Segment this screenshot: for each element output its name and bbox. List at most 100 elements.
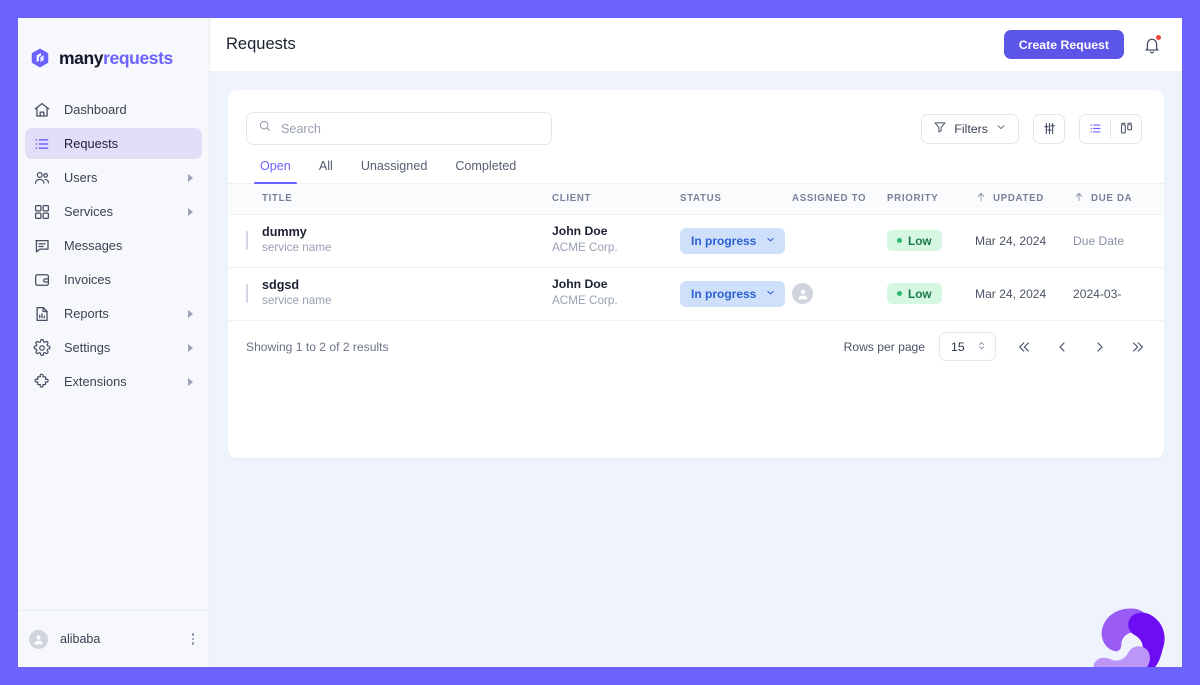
row-assigned-cell[interactable] (792, 214, 887, 268)
funnel-icon (933, 120, 947, 137)
th-title[interactable]: TITLE (262, 184, 552, 215)
sidebar-item-label: Services (64, 204, 114, 219)
list-view-icon[interactable] (1080, 114, 1110, 143)
sidebar-user-footer[interactable]: alibaba (18, 610, 209, 667)
requests-table: TITLE CLIENT STATUS ASSIGNED TO PRIORITY… (228, 184, 1164, 321)
results-summary: Showing 1 to 2 of 2 results (246, 339, 389, 354)
tab-completed[interactable]: Completed (441, 159, 530, 183)
board-view-icon[interactable] (1111, 114, 1141, 143)
row-checkbox[interactable] (246, 283, 248, 303)
th-label: DUE DA (1091, 193, 1133, 205)
top-header: Requests Create Request (210, 18, 1182, 72)
tab-open[interactable]: Open (246, 159, 305, 184)
th-label: PRIORITY (887, 193, 939, 205)
brand-orb-widget[interactable] (1087, 598, 1175, 667)
th-actions (1163, 184, 1164, 215)
th-updated[interactable]: UPDATED (975, 184, 1073, 215)
chevron-left-icon[interactable] (1054, 339, 1070, 355)
chevron-down-icon[interactable] (1163, 287, 1164, 300)
create-request-button[interactable]: Create Request (1003, 30, 1124, 59)
sidebar-item-invoices[interactable]: Invoices (25, 264, 202, 295)
pagination-controls: Rows per page 15 (844, 332, 1146, 361)
priority-badge[interactable]: Low (887, 283, 942, 304)
rows-per-page-value: 15 (951, 339, 965, 354)
row-client-company: ACME Corp. (552, 293, 618, 307)
brand-logo[interactable]: manyrequests (18, 18, 209, 69)
stepper-arrows-icon (976, 339, 987, 355)
row-priority-cell: Low (887, 214, 975, 268)
sidebar-item-users[interactable]: Users (25, 162, 202, 193)
th-label: STATUS (680, 193, 722, 205)
chevron-down-icon[interactable] (1163, 234, 1164, 247)
rows-per-page-label: Rows per page (843, 339, 925, 354)
chevron-down-icon (765, 234, 776, 248)
th-assigned-to[interactable]: ASSIGNED TO (792, 184, 887, 215)
th-due-date[interactable]: DUE DA (1073, 184, 1163, 215)
row-client-company: ACME Corp. (552, 240, 618, 254)
priority-label: Low (908, 286, 932, 301)
table-head: TITLE CLIENT STATUS ASSIGNED TO PRIORITY… (228, 184, 1164, 215)
row-client-name: John Doe (552, 277, 608, 292)
sidebar-item-label: Dashboard (64, 102, 127, 117)
more-vertical-icon[interactable] (191, 633, 199, 645)
row-client-cell: John Doe ACME Corp. (552, 267, 680, 321)
th-priority[interactable]: PRIORITY (887, 184, 975, 215)
table-header-row: TITLE CLIENT STATUS ASSIGNED TO PRIORITY… (228, 184, 1164, 215)
tab-unassigned[interactable]: Unassigned (347, 159, 442, 183)
sidebar-item-reports[interactable]: Reports (25, 298, 202, 329)
search-field[interactable] (246, 112, 552, 145)
row-due-cell[interactable]: 2024-03- (1073, 267, 1163, 321)
th-client[interactable]: CLIENT (552, 184, 680, 215)
row-due-cell[interactable]: Due Date (1073, 214, 1163, 268)
status-badge[interactable]: In progress (680, 227, 786, 254)
grid-icon (33, 203, 51, 221)
chevron-right-icon[interactable] (1092, 339, 1108, 355)
sidebar-item-dashboard[interactable]: Dashboard (25, 94, 202, 125)
table-footer: Showing 1 to 2 of 2 results Rows per pag… (228, 321, 1164, 373)
sort-asc-icon (1073, 191, 1085, 206)
status-badge[interactable]: In progress (680, 280, 786, 307)
chevron-right-icon (188, 173, 193, 182)
filters-button[interactable]: Filters (921, 113, 1019, 144)
th-status[interactable]: STATUS (680, 184, 792, 215)
sidebar-nav: Dashboard Requests Users Services Messag… (18, 94, 209, 397)
chevrons-left-icon[interactable] (1016, 339, 1032, 355)
row-actions-cell (1163, 214, 1164, 268)
row-assigned-cell[interactable] (792, 267, 887, 321)
row-priority-cell: Low (887, 267, 975, 321)
requests-card: Filters (228, 90, 1164, 458)
chevrons-right-icon[interactable] (1130, 339, 1146, 355)
row-title: sdgsd (262, 277, 300, 292)
table-row[interactable]: sdgsd service name John Doe ACME Corp. I… (228, 267, 1164, 321)
row-client-name: John Doe (552, 224, 608, 239)
search-input[interactable] (281, 121, 540, 136)
th-label: UPDATED (993, 193, 1045, 205)
row-title: dummy (262, 224, 307, 239)
sidebar-item-extensions[interactable]: Extensions (25, 366, 202, 397)
pager (1016, 339, 1146, 355)
sliders-icon[interactable] (1033, 113, 1065, 144)
sidebar-item-services[interactable]: Services (25, 196, 202, 227)
row-updated: Mar 24, 2024 (975, 286, 1047, 301)
sidebar-item-settings[interactable]: Settings (25, 332, 202, 363)
tab-all[interactable]: All (305, 159, 347, 183)
status-label: In progress (691, 233, 757, 248)
priority-badge[interactable]: Low (887, 230, 942, 251)
th-select-all (228, 184, 262, 215)
row-checkbox[interactable] (246, 230, 248, 250)
gear-icon (33, 338, 51, 357)
sidebar-item-requests[interactable]: Requests (25, 128, 202, 159)
chevron-down-icon (995, 121, 1007, 136)
row-due-date: 2024-03- (1073, 286, 1122, 301)
bell-icon[interactable] (1142, 34, 1162, 55)
chat-icon (33, 237, 51, 255)
priority-dot-icon (897, 291, 902, 296)
view-toggle-group (1079, 113, 1142, 144)
table-row[interactable]: dummy service name John Doe ACME Corp. I… (228, 214, 1164, 268)
sidebar-item-messages[interactable]: Messages (25, 230, 202, 261)
search-icon (258, 119, 281, 138)
row-status-cell: In progress (680, 214, 792, 268)
rows-per-page-stepper[interactable]: 15 (939, 332, 996, 361)
chevron-down-icon (765, 287, 776, 301)
sidebar-item-label: Users (64, 170, 98, 185)
